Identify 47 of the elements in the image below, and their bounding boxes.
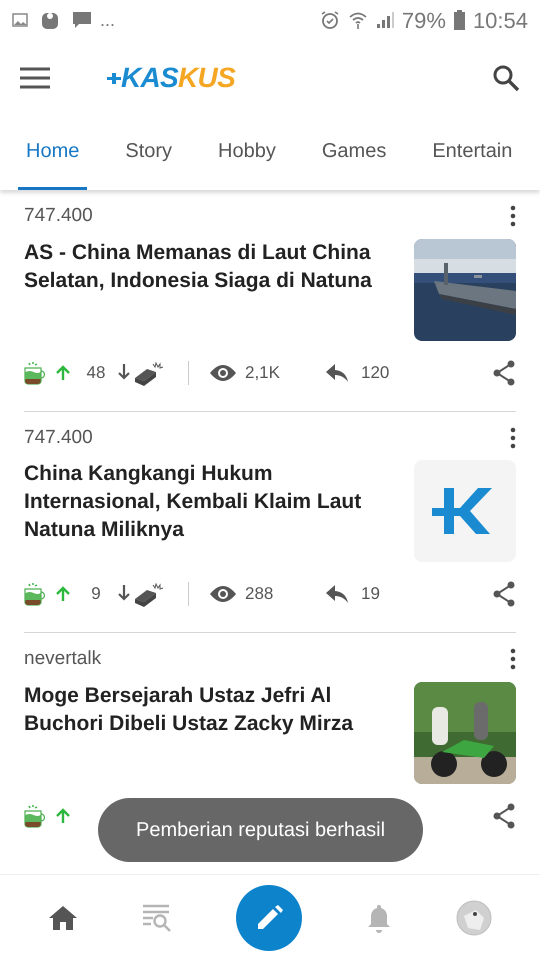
post-category[interactable]: nevertalk — [24, 645, 102, 674]
share-icon[interactable] — [492, 360, 516, 386]
eye-icon — [209, 364, 237, 382]
plus-mark-icon — [107, 70, 121, 84]
eye-icon — [209, 585, 237, 603]
reply-count: 19 — [361, 583, 380, 606]
battery-percent: 79% — [402, 6, 446, 34]
post-category[interactable]: 747.400 — [24, 424, 93, 452]
reply-count: 120 — [361, 362, 390, 384]
up-arrow-icon — [56, 586, 70, 602]
alarm-icon — [320, 10, 340, 30]
toast: Pemberian reputasi berhasil — [98, 798, 424, 862]
chat-icon — [72, 10, 92, 30]
kaskus-logo[interactable]: KASKUS — [107, 64, 236, 92]
reply-icon[interactable] — [325, 362, 349, 382]
post-category[interactable]: 747.400 — [24, 202, 93, 230]
post-title[interactable]: AS - China Memanas di Laut China Selatan, Indonesia Siaga di Natuna — [24, 238, 396, 340]
more-icon[interactable] — [510, 648, 516, 670]
clock: 10:54 — [472, 6, 528, 34]
reply-icon[interactable] — [325, 584, 349, 604]
up-arrow-icon — [56, 808, 70, 824]
tab[interactable]: Games — [314, 115, 394, 190]
more-icon[interactable] — [510, 205, 516, 228]
tab[interactable]: Home — [18, 115, 88, 190]
view-count: 2,1K — [245, 362, 281, 384]
tab[interactable]: Hobby — [210, 115, 284, 190]
more-icon[interactable] — [510, 426, 516, 449]
post-title[interactable]: Moge Bersejarah Ustaz Jefri Al Buchori Dibeli Ustaz Zacky Mirza — [24, 682, 396, 784]
home-icon[interactable] — [48, 904, 78, 930]
search-icon[interactable] — [492, 64, 520, 92]
cendol-count: 9 — [90, 583, 102, 606]
signal-icon — [376, 11, 394, 29]
image-icon — [12, 12, 28, 28]
notification-more: ... — [100, 8, 116, 32]
share-icon[interactable] — [492, 581, 516, 607]
cendol-count: 48 — [86, 362, 106, 384]
view-count: 288 — [245, 583, 274, 606]
battery-icon — [454, 10, 465, 30]
share-icon[interactable] — [492, 802, 516, 828]
wifi-icon — [348, 10, 368, 30]
pencil-icon — [255, 904, 283, 932]
up-arrow-icon — [56, 364, 70, 380]
menu-icon[interactable] — [20, 66, 50, 88]
bag-icon — [40, 10, 60, 30]
post-title[interactable]: China Kangkangi Hukum Internasional, Kembali Klaim Laut Natuna Miliknya — [24, 460, 396, 562]
tab[interactable]: Story — [117, 115, 180, 190]
tab[interactable]: Entertain — [424, 115, 520, 190]
